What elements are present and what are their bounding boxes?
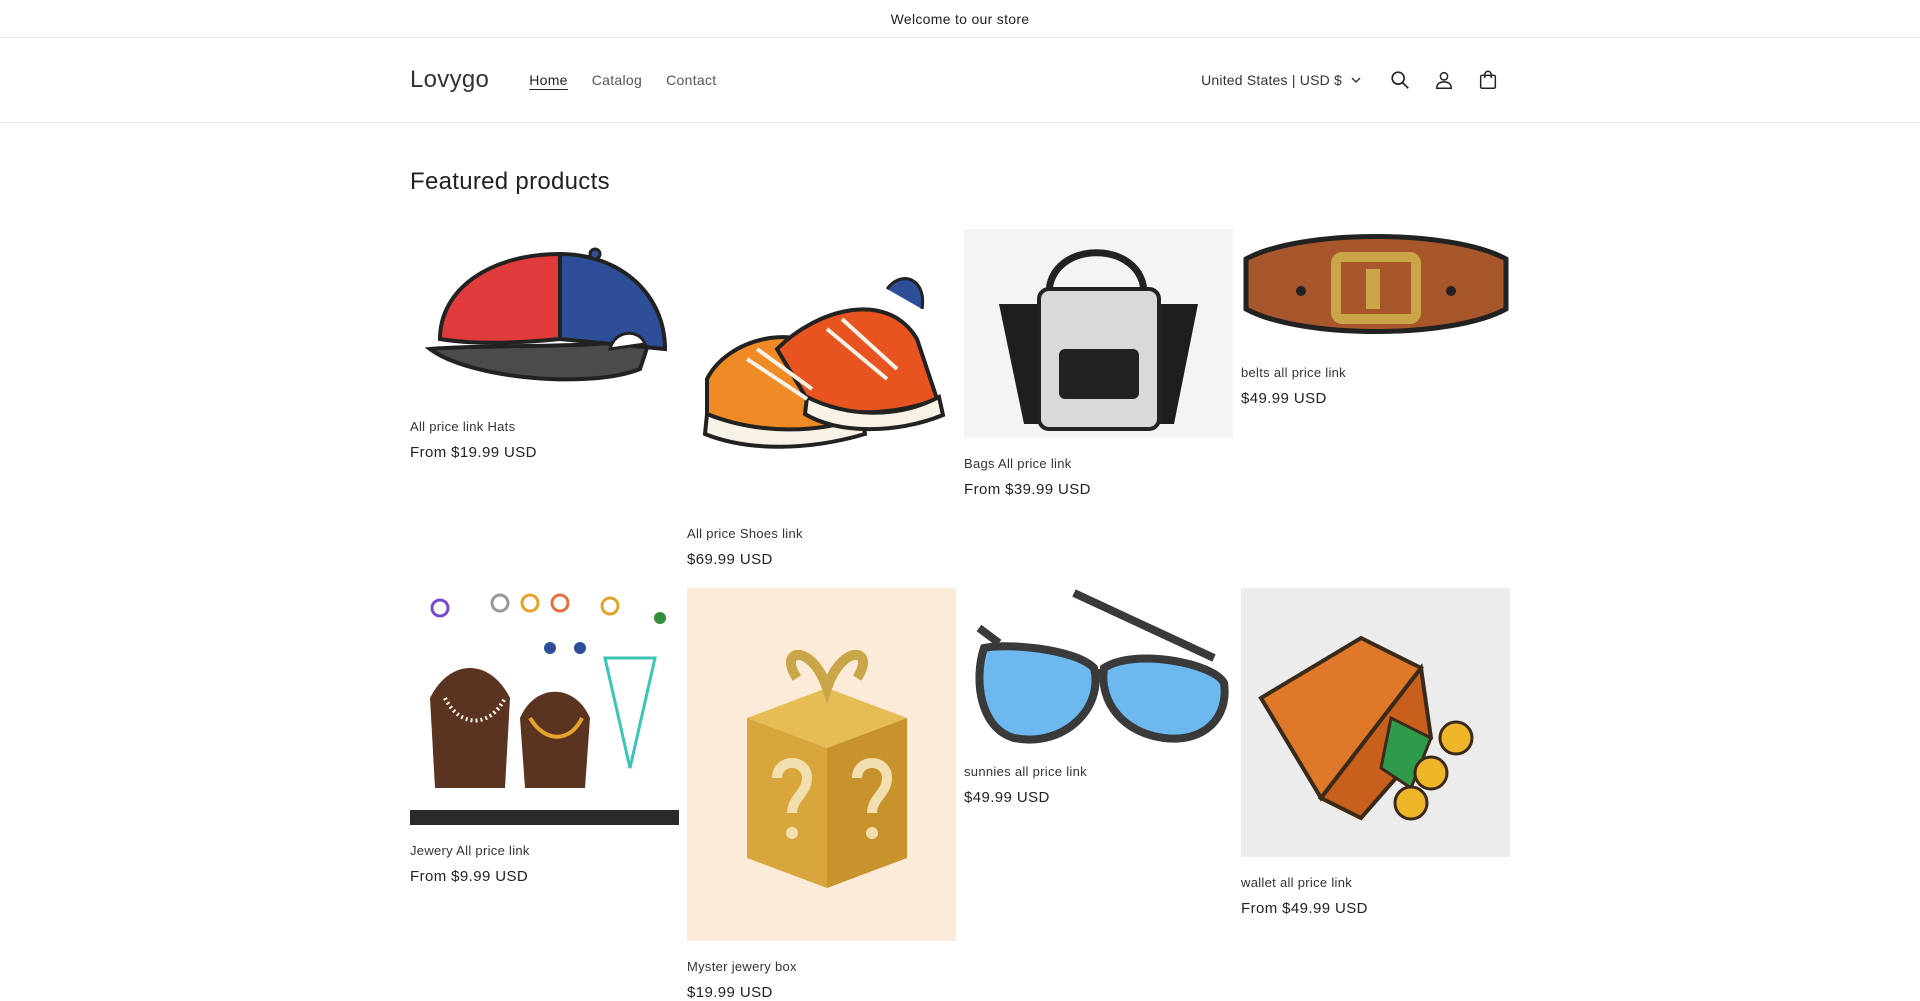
product-image-sunglasses[interactable] <box>964 588 1233 748</box>
product-title[interactable]: All price link Hats <box>410 419 679 434</box>
country-currency-selector[interactable]: United States | USD $ <box>1201 72 1362 88</box>
product-price: $49.99 USD <box>964 789 1050 806</box>
account-icon <box>1435 71 1453 89</box>
product-image-wallet[interactable] <box>1241 588 1510 857</box>
product-price: From $39.99 USD <box>964 481 1091 498</box>
product-card-bags[interactable]: Bags All price link From $39.99 USD <box>964 229 1233 498</box>
nav-home-link[interactable]: Home <box>529 72 568 88</box>
locale-label: United States | USD $ <box>1201 72 1342 88</box>
featured-products-heading: Featured products <box>410 168 610 195</box>
product-title[interactable]: Jewery All price link <box>410 843 679 858</box>
nav-contact-link[interactable]: Contact <box>666 72 716 88</box>
product-price: From $19.99 USD <box>410 444 537 461</box>
nav-catalog-link[interactable]: Catalog <box>592 72 642 88</box>
product-card-sunglasses[interactable]: sunnies all price link $49.99 USD <box>964 588 1233 806</box>
search-button[interactable] <box>1378 58 1422 102</box>
product-price: $49.99 USD <box>1241 390 1327 407</box>
product-image-hat[interactable] <box>410 229 679 401</box>
product-card-mystery-box[interactable]: Myster jewery box $19.99 USD <box>687 588 956 1001</box>
product-image-mystery-box[interactable] <box>687 588 956 941</box>
product-image-belt[interactable] <box>1241 229 1510 347</box>
store-logo[interactable]: Lovygo <box>410 66 489 94</box>
announcement-text: Welcome to our store <box>890 10 1030 27</box>
product-title[interactable]: Bags All price link <box>964 456 1233 471</box>
account-button[interactable] <box>1422 58 1466 102</box>
main-nav: Home Catalog Contact <box>529 72 716 88</box>
product-image-bag[interactable] <box>964 229 1233 438</box>
product-title[interactable]: belts all price link <box>1241 365 1510 380</box>
product-title[interactable]: sunnies all price link <box>964 764 1233 779</box>
product-card-wallet[interactable]: wallet all price link From $49.99 USD <box>1241 588 1510 917</box>
cart-icon <box>1479 70 1497 89</box>
product-title[interactable]: wallet all price link <box>1241 875 1510 890</box>
product-price: From $9.99 USD <box>410 868 529 885</box>
product-title[interactable]: All price Shoes link <box>687 526 956 541</box>
product-image-shoes[interactable] <box>687 229 956 489</box>
product-title[interactable]: Myster jewery box <box>687 959 956 974</box>
announcement-bar: Welcome to our store <box>0 0 1920 38</box>
search-icon <box>1391 71 1409 89</box>
product-price: $69.99 USD <box>687 551 773 568</box>
product-card-hats[interactable]: All price link Hats From $19.99 USD <box>410 229 679 461</box>
product-image-jewelry[interactable] <box>410 588 679 825</box>
product-card-jewelry[interactable]: Jewery All price link From $9.99 USD <box>410 588 679 885</box>
product-price: From $49.99 USD <box>1241 900 1368 917</box>
product-card-shoes[interactable]: All price Shoes link $69.99 USD <box>687 229 956 568</box>
site-header: Lovygo Home Catalog Contact United State… <box>0 38 1920 123</box>
chevron-down-icon <box>1351 77 1361 84</box>
cart-button[interactable] <box>1466 58 1510 102</box>
product-card-belts[interactable]: belts all price link $49.99 USD <box>1241 229 1510 407</box>
